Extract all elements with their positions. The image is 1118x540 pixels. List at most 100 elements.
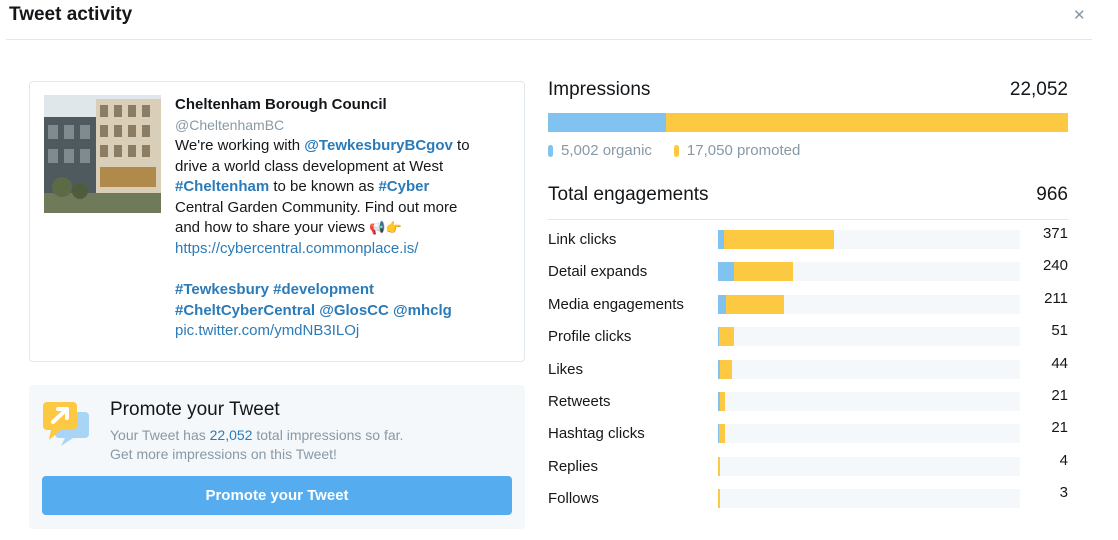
engagement-bar-fill bbox=[718, 262, 794, 282]
promote-icon bbox=[41, 400, 93, 448]
promote-desc-suffix: total impressions so far. bbox=[252, 427, 404, 443]
tweet-card[interactable]: Cheltenham Borough Council @CheltenhamBC… bbox=[29, 81, 525, 362]
tweet-text-line: #CheltCyberCentral @GlosCC @mhclg bbox=[175, 301, 515, 322]
engagement-bar-fill bbox=[718, 392, 725, 411]
impressions-label: Impressions bbox=[548, 79, 651, 100]
impressions-organic-segment bbox=[548, 113, 666, 132]
tweet-author-handle[interactable]: @CheltenhamBC bbox=[175, 115, 515, 135]
tweet-author-name[interactable]: Cheltenham Borough Council bbox=[175, 95, 515, 115]
tweet-mention-link[interactable]: @GlosCC bbox=[319, 302, 389, 319]
tweet-text-fragment: Central Garden Community. Find out more bbox=[175, 198, 458, 216]
engagement-bar-promoted bbox=[718, 456, 720, 476]
close-icon[interactable]: ✕ bbox=[1073, 6, 1086, 24]
engagement-bar-fill bbox=[718, 359, 732, 379]
promoted-swatch-icon bbox=[673, 144, 679, 157]
tweet-text-line: We're working with @TewkesburyBCgov to bbox=[175, 136, 515, 157]
engagement-bar-track bbox=[718, 359, 1020, 379]
tweet-url-link[interactable]: pic.twitter.com/ymdNB3ILOj bbox=[175, 322, 359, 339]
tweet-url-link[interactable]: https://cybercentral.commonplace.is/ bbox=[175, 240, 418, 257]
engagement-row: Retweets 21 bbox=[548, 387, 1068, 414]
engagement-bar-organic bbox=[718, 294, 727, 314]
tweet-text-fragment: We're working with bbox=[175, 137, 305, 154]
tweet-mention-link[interactable]: @TewkesburyBCgov bbox=[304, 137, 453, 154]
tweet-body: Cheltenham Borough Council @CheltenhamBC… bbox=[175, 95, 515, 342]
tweet-hashtag-link[interactable]: #development bbox=[273, 281, 374, 298]
engagement-bar-track bbox=[718, 262, 1020, 282]
engagement-row: Replies 4 bbox=[548, 452, 1068, 479]
engagement-row-value: 211 bbox=[1044, 289, 1068, 307]
engagement-row-label: Likes bbox=[548, 360, 584, 378]
engagement-bar-promoted bbox=[724, 230, 834, 249]
engagement-bar-track bbox=[718, 456, 1020, 476]
engagement-bar-fill bbox=[718, 327, 734, 347]
engagement-row: Follows 3 bbox=[548, 484, 1068, 511]
engagement-bar-fill bbox=[718, 489, 720, 509]
engagement-bar-track bbox=[718, 230, 1020, 249]
engagement-row-label: Retweets bbox=[548, 393, 611, 410]
engagement-bar-promoted bbox=[726, 294, 784, 314]
organic-swatch-icon bbox=[548, 144, 553, 157]
tweet-text-fragment: drive a world class development at West bbox=[175, 157, 444, 175]
engagement-row-value: 371 bbox=[1042, 225, 1068, 242]
tweet-text-fragment: to bbox=[452, 137, 470, 154]
promote-impressions-count: 22,052 bbox=[209, 427, 253, 443]
legend-promoted: 17,050 promoted bbox=[673, 142, 801, 159]
engagements-divider bbox=[548, 219, 1068, 220]
promote-panel: Promote your Tweet Your Tweet has 22,052… bbox=[29, 385, 525, 529]
engagement-row: Likes 44 bbox=[548, 355, 1068, 382]
tweet-text-line: https://cybercentral.commonplace.is/ bbox=[175, 239, 515, 260]
tweet-text: We're working with @TewkesburyBCgov to dr… bbox=[175, 136, 515, 342]
engagement-bar-promoted bbox=[719, 327, 734, 347]
tweet-hashtag-link[interactable]: #Cheltenham bbox=[175, 178, 269, 195]
engagement-bar-fill bbox=[718, 230, 834, 249]
tweet-media-thumbnail[interactable] bbox=[44, 95, 161, 213]
tweet-text-line: #Tewkesbury #development bbox=[175, 280, 515, 301]
tweet-text-fragment: to be known as bbox=[269, 178, 379, 196]
engagement-row-value: 44 bbox=[1051, 354, 1068, 372]
engagements-total: 966 bbox=[1036, 184, 1068, 205]
tweet-hashtag-link[interactable]: #Tewkesbury bbox=[175, 281, 269, 298]
engagement-bar-fill bbox=[718, 456, 720, 476]
engagement-bar-promoted bbox=[720, 359, 732, 379]
promote-tweet-button[interactable]: Promote your Tweet bbox=[42, 476, 512, 515]
engagement-bar-promoted bbox=[734, 262, 793, 282]
impressions-promoted-segment bbox=[665, 113, 1068, 132]
engagement-row-label: Profile clicks bbox=[548, 328, 632, 346]
impressions-bar bbox=[548, 113, 1068, 132]
engagement-bar-track bbox=[718, 424, 1020, 444]
engagement-bar-fill bbox=[718, 424, 725, 444]
promote-description: Your Tweet has 22,052 total impressions … bbox=[110, 426, 510, 464]
tweet-text-line bbox=[175, 260, 515, 281]
promote-desc-prefix: Your Tweet has bbox=[110, 427, 210, 443]
promote-title: Promote your Tweet bbox=[110, 399, 280, 420]
engagement-row-value: 21 bbox=[1051, 419, 1068, 437]
engagement-row: Profile clicks 51 bbox=[548, 322, 1068, 349]
engagement-bar-track bbox=[718, 327, 1020, 347]
promote-desc-line2: Get more impressions on this Tweet! bbox=[110, 446, 337, 462]
modal-title: Tweet activity bbox=[9, 4, 133, 25]
engagement-bar-promoted bbox=[718, 424, 725, 444]
engagement-row-label: Link clicks bbox=[548, 231, 617, 248]
tweet-text-line: Central Garden Community. Find out more bbox=[175, 198, 515, 219]
impressions-legend: 5,002 organic 17,050 promoted bbox=[548, 142, 822, 159]
engagement-row-label: Hashtag clicks bbox=[548, 425, 645, 443]
engagement-row-value: 21 bbox=[1051, 387, 1068, 404]
tweet-hashtag-link[interactable]: #Cyber bbox=[378, 178, 429, 195]
engagements-label: Total engagements bbox=[548, 184, 709, 205]
engagement-bar-promoted bbox=[718, 489, 720, 509]
tweet-hashtag-link[interactable]: #CheltCyberCentral bbox=[175, 302, 315, 319]
legend-promoted-label: 17,050 promoted bbox=[686, 142, 801, 159]
engagement-bar-promoted bbox=[719, 392, 725, 411]
tweet-text-fragment: and how to share your views bbox=[175, 219, 370, 237]
engagement-row-label: Media engagements bbox=[548, 295, 684, 313]
impressions-total: 22,052 bbox=[1009, 79, 1068, 100]
engagement-bar-fill bbox=[718, 294, 784, 314]
tweet-emoji: 📢👉 bbox=[369, 220, 402, 236]
engagement-bar-track bbox=[718, 489, 1020, 509]
tweet-text-line: and how to share your views 📢👉 bbox=[175, 218, 515, 239]
tweet-mention-link[interactable]: @mhclg bbox=[393, 302, 452, 319]
engagement-row: Media engagements 211 bbox=[548, 290, 1068, 317]
engagement-row-value: 4 bbox=[1059, 451, 1068, 469]
engagement-bar-track bbox=[718, 294, 1020, 314]
engagement-row-value: 51 bbox=[1051, 322, 1068, 340]
